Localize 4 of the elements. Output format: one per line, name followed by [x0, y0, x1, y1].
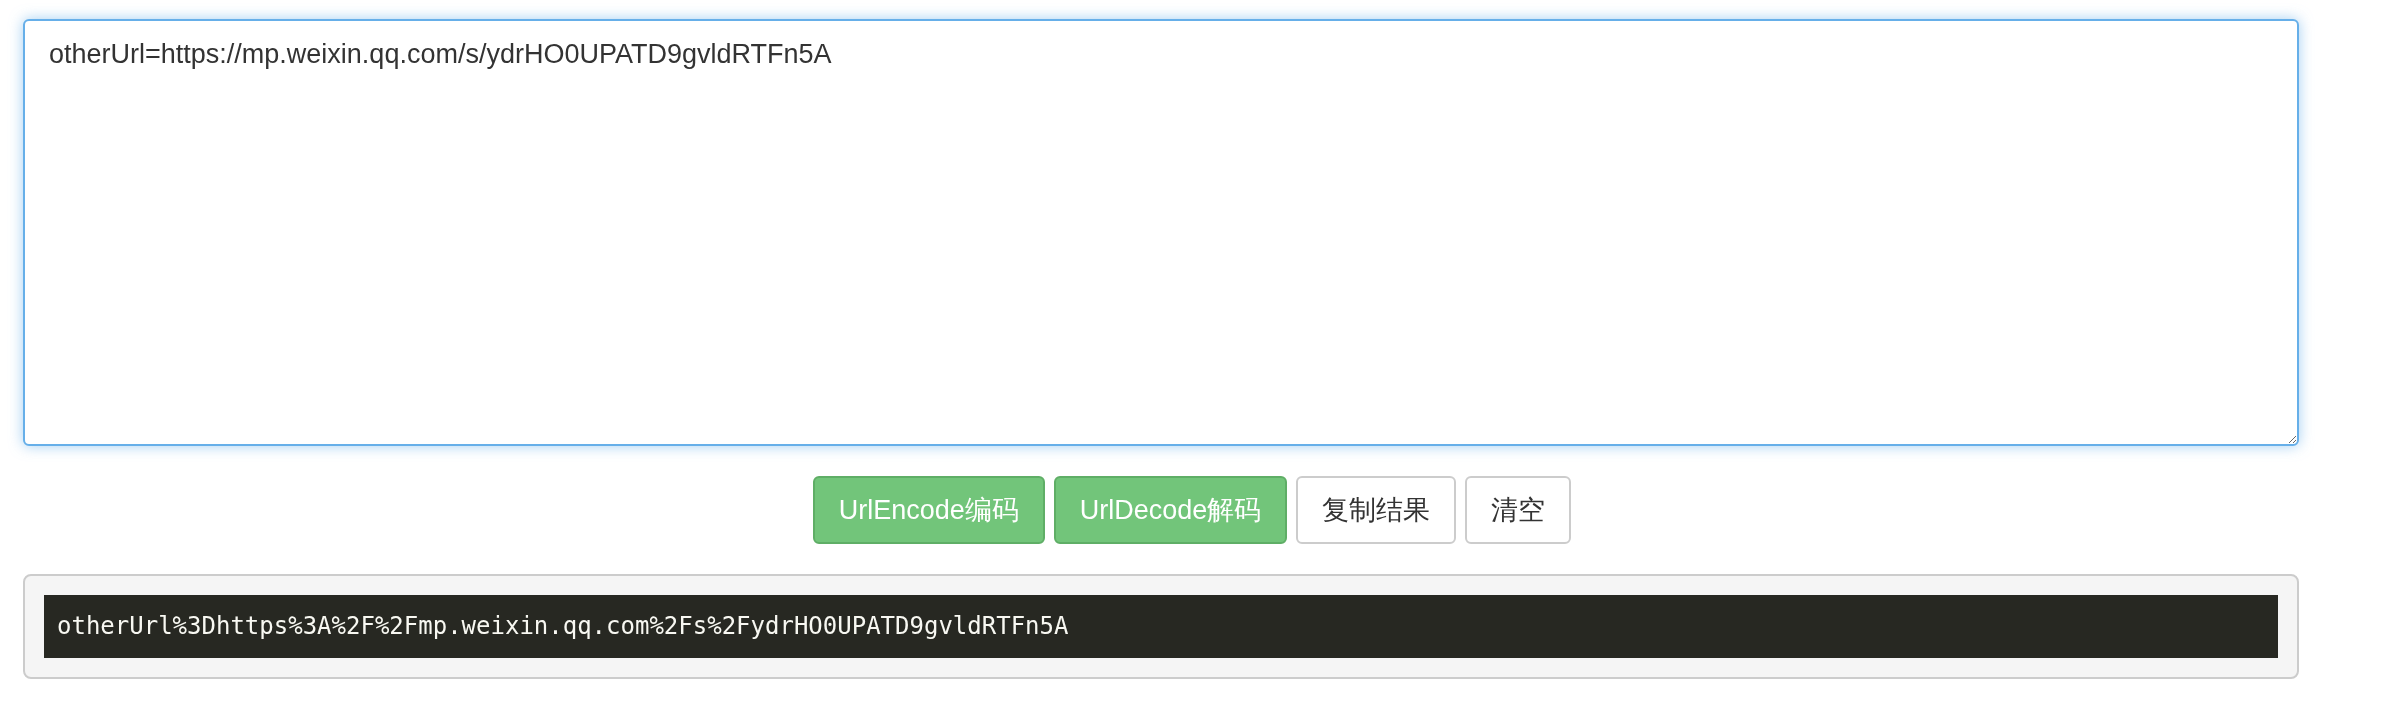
secondary-button[interactable]: 清空: [1465, 476, 1572, 544]
input-field[interactable]: otherUrl=https://mp.weixin.qq.com/s/ydrHO0UPATD9gvldRTFn5A: [23, 19, 2299, 446]
secondary-button[interactable]: 复制结果: [1296, 476, 1457, 544]
result-text: otherUrl%3Dhttps%3A%2F%2Fmp.weixin.qq.com%2Fs%2FydrHO0UPATD9gvldRTFn5A: [44, 595, 2278, 658]
